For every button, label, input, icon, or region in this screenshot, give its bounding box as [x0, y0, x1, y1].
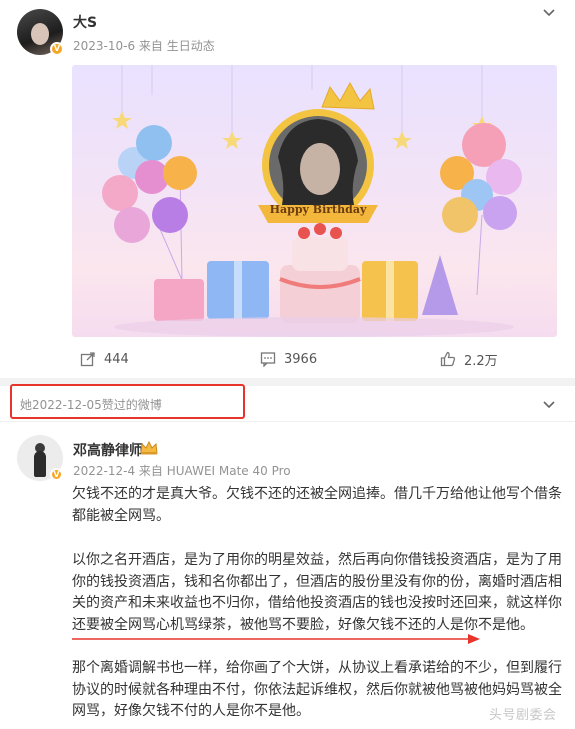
banner-badge-text: Happy Birthday [269, 203, 367, 216]
verified-badge-icon: V [50, 42, 64, 56]
comment-count: 3966 [284, 351, 318, 367]
like-button[interactable]: 2.2万 [440, 348, 498, 370]
share-button[interactable]: 444 [80, 348, 129, 370]
crown-badge-icon [140, 440, 158, 455]
post-paragraph: 欠钱不还的才是真大爷。欠钱不还的还被全网追捧。借几千万给他让他写个借条都能被全网… [72, 486, 562, 524]
comment-icon [260, 352, 276, 367]
highlight-box [10, 384, 245, 419]
weibo-post-birthday: V 大S 2023-10-6 来自 生日动态 Happy Birthday 44… [0, 0, 575, 378]
watermark: 头号剧委会 [489, 708, 557, 723]
birthday-banner-image[interactable]: Happy Birthday [72, 65, 557, 337]
like-count: 2.2万 [464, 353, 498, 369]
like-icon [440, 351, 456, 367]
chevron-down-icon[interactable] [541, 396, 557, 412]
post-username[interactable]: 邓高静律师 [73, 440, 143, 460]
share-icon [80, 352, 95, 367]
verified-badge-icon: V [50, 468, 63, 481]
post-paragraph: 以你之名开酒店，是为了用你的明星效益，然后再向你借钱投资酒店，是为了用你的钱投资… [72, 552, 562, 633]
red-arrow-underline [72, 634, 480, 644]
share-count: 444 [104, 351, 129, 367]
post-meta: 2023-10-6 来自 生日动态 [73, 39, 215, 53]
comment-button[interactable]: 3966 [260, 348, 317, 370]
post-username[interactable]: 大S [73, 12, 97, 32]
post-meta: 2022-12-4 来自 HUAWEI Mate 40 Pro [73, 464, 291, 478]
chevron-down-icon[interactable] [541, 4, 557, 20]
